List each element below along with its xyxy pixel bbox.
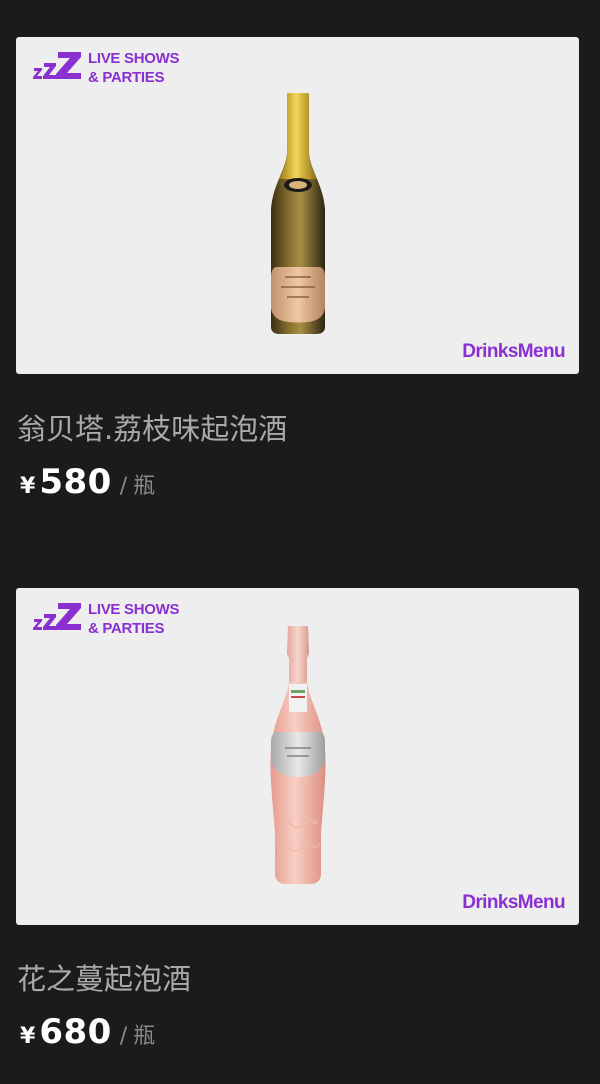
product-name[interactable]: 翁贝塔.荔枝味起泡酒 (17, 412, 287, 446)
brand-line-2: & PARTIES (88, 620, 165, 637)
brand-text: LIVE SHOWS & PARTIES (88, 49, 179, 87)
product-name[interactable]: 花之蔓起泡酒 (17, 962, 191, 996)
price-unit: 瓶 (133, 1024, 156, 1049)
currency-symbol: ¥ (20, 474, 36, 499)
product-price: ¥ 580 / 瓶 (20, 462, 155, 502)
product-card-image[interactable]: LIVE SHOWS & PARTIES DrinksMenu (16, 588, 579, 925)
currency-symbol: ¥ (20, 1024, 36, 1049)
rose-sparkling-wine-bottle-image (269, 626, 326, 884)
product-price: ¥ 680 / 瓶 (20, 1012, 155, 1052)
brand-logo: LIVE SHOWS & PARTIES (32, 49, 179, 87)
price-amount: 680 (39, 1012, 112, 1052)
drinks-menu-page: LIVE SHOWS & PARTIES DrinksMenu 翁贝塔.荔枝味起… (0, 0, 600, 1084)
brand-line-1: LIVE SHOWS (88, 50, 180, 67)
brand-logo: LIVE SHOWS & PARTIES (32, 600, 179, 638)
brand-text: LIVE SHOWS & PARTIES (88, 600, 179, 638)
product-card-image[interactable]: LIVE SHOWS & PARTIES DrinksMenu (16, 37, 579, 374)
price-amount: 580 (39, 462, 112, 502)
price-separator: / (119, 1024, 128, 1049)
price-separator: / (119, 474, 128, 499)
price-unit: 瓶 (133, 474, 156, 499)
drinks-menu-tag: DrinksMenu (462, 892, 565, 913)
drinks-menu-tag: DrinksMenu (462, 341, 565, 362)
brand-line-2: & PARTIES (88, 69, 165, 86)
brand-line-1: LIVE SHOWS (88, 601, 180, 618)
gold-champagne-bottle-image (270, 93, 325, 334)
zzz-logo-icon (33, 52, 81, 79)
zzz-logo-icon (33, 603, 81, 630)
